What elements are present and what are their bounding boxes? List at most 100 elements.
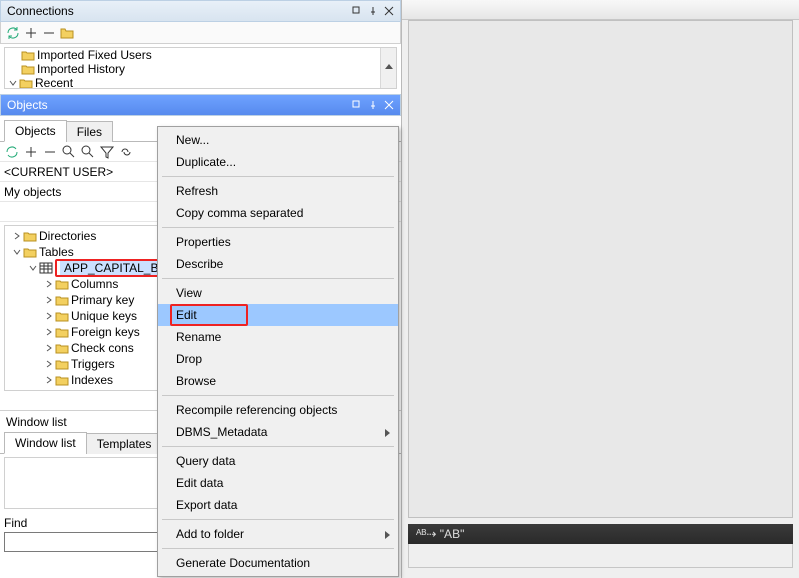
tree-label-selected: APP_CAPITAL_B: [60, 261, 163, 275]
menu-label: Browse: [176, 374, 216, 388]
connections-tree: Imported Fixed Users Imported History Re…: [4, 47, 397, 89]
menu-drop[interactable]: Drop: [158, 348, 398, 370]
expand-icon[interactable]: [43, 374, 55, 386]
right-toolbar: [402, 0, 799, 20]
menu-label: New...: [176, 133, 209, 147]
menu-describe[interactable]: Describe: [158, 253, 398, 275]
tree-label: Imported Fixed Users: [37, 48, 152, 62]
tree-item[interactable]: Recent: [5, 76, 396, 89]
menu-recompile[interactable]: Recompile referencing objects: [158, 399, 398, 421]
folder-icon: [55, 294, 69, 306]
tree-label: Tables: [39, 245, 74, 259]
tree-label: Unique keys: [71, 309, 137, 323]
context-menu: New... Duplicate... Refresh Copy comma s…: [157, 126, 399, 577]
link-icon[interactable]: [118, 144, 134, 160]
tab-windowlist[interactable]: Window list: [4, 432, 87, 454]
menu-copy-comma[interactable]: Copy comma separated: [158, 202, 398, 224]
status-strip: [408, 544, 793, 568]
folder-icon: [55, 374, 69, 386]
scroll-up-icon[interactable]: [381, 48, 396, 64]
refresh-icon[interactable]: [5, 25, 21, 41]
menu-refresh[interactable]: Refresh: [158, 180, 398, 202]
menu-edit-data[interactable]: Edit data: [158, 472, 398, 494]
pin-icon[interactable]: [366, 98, 380, 112]
search-icon[interactable]: [80, 144, 96, 160]
menu-separator: [162, 176, 394, 177]
restore-icon[interactable]: [350, 4, 364, 18]
folder-icon: [55, 310, 69, 322]
menu-add-to-folder[interactable]: Add to folder: [158, 523, 398, 545]
expand-icon[interactable]: [7, 77, 19, 89]
search-icon[interactable]: [61, 144, 77, 160]
status-bar: ᴬᴮ⇢ "AB": [408, 524, 793, 544]
expand-icon[interactable]: [43, 358, 55, 370]
close-icon[interactable]: [382, 4, 396, 18]
menu-duplicate[interactable]: Duplicate...: [158, 151, 398, 173]
remove-icon[interactable]: [41, 25, 57, 41]
expand-icon[interactable]: [11, 230, 23, 242]
expand-icon[interactable]: [43, 342, 55, 354]
menu-dbms-metadata[interactable]: DBMS_Metadata: [158, 421, 398, 443]
collapse-icon[interactable]: [11, 246, 23, 258]
tree-item[interactable]: Imported Fixed Users: [5, 48, 396, 62]
menu-rename[interactable]: Rename: [158, 326, 398, 348]
folder-icon: [55, 278, 69, 290]
menu-label: Refresh: [176, 184, 218, 198]
expand-icon[interactable]: [43, 310, 55, 322]
menu-separator: [162, 395, 394, 396]
connections-header: Connections: [0, 0, 401, 22]
tree-label: Imported History: [37, 62, 125, 76]
menu-separator: [162, 548, 394, 549]
tree-item[interactable]: Imported History: [5, 62, 396, 76]
add-icon[interactable]: [23, 144, 39, 160]
menu-generate-doc[interactable]: Generate Documentation: [158, 552, 398, 574]
filter-icon[interactable]: [99, 144, 115, 160]
expand-icon[interactable]: [43, 294, 55, 306]
status-text: ᴬᴮ⇢ "AB": [416, 527, 464, 541]
tree-label: Columns: [71, 277, 118, 291]
menu-edit[interactable]: Edit: [158, 304, 398, 326]
menu-properties[interactable]: Properties: [158, 231, 398, 253]
objects-title: Objects: [5, 98, 350, 112]
menu-label: View: [176, 286, 202, 300]
expand-icon[interactable]: [43, 278, 55, 290]
folder-icon: [55, 358, 69, 370]
menu-label: Edit: [176, 308, 197, 322]
my-objects-label: My objects: [4, 185, 61, 199]
tree-label: Recent: [35, 76, 73, 89]
tab-templates[interactable]: Templates: [86, 433, 163, 454]
menu-new[interactable]: New...: [158, 129, 398, 151]
close-icon[interactable]: [382, 98, 396, 112]
tree-label: Check cons: [71, 341, 134, 355]
collapse-icon[interactable]: [27, 262, 39, 274]
expand-icon[interactable]: [43, 326, 55, 338]
table-icon: [39, 262, 53, 274]
folder-icon[interactable]: [59, 25, 75, 41]
menu-export-data[interactable]: Export data: [158, 494, 398, 516]
menu-label: Query data: [176, 454, 235, 468]
pin-icon[interactable]: [366, 4, 380, 18]
current-user-label: <CURRENT USER>: [4, 165, 113, 179]
tree-label: Directories: [39, 229, 96, 243]
tree-label: Indexes: [71, 373, 113, 387]
menu-query-data[interactable]: Query data: [158, 450, 398, 472]
menu-separator: [162, 227, 394, 228]
tree-label: Foreign keys: [71, 325, 140, 339]
add-icon[interactable]: [23, 25, 39, 41]
tree-label: Primary key: [71, 293, 134, 307]
tab-objects[interactable]: Objects: [4, 120, 67, 142]
menu-label: Describe: [176, 257, 223, 271]
folder-icon: [21, 63, 35, 75]
remove-icon[interactable]: [42, 144, 58, 160]
refresh-icon[interactable]: [4, 144, 20, 160]
menu-view[interactable]: View: [158, 282, 398, 304]
menu-label: Drop: [176, 352, 202, 366]
restore-icon[interactable]: [350, 98, 364, 112]
tab-files[interactable]: Files: [66, 121, 113, 142]
folder-icon: [19, 77, 33, 89]
menu-label: Duplicate...: [176, 155, 236, 169]
menu-browse[interactable]: Browse: [158, 370, 398, 392]
menu-separator: [162, 278, 394, 279]
menu-label: Edit data: [176, 476, 223, 490]
editor-area: [408, 20, 793, 518]
